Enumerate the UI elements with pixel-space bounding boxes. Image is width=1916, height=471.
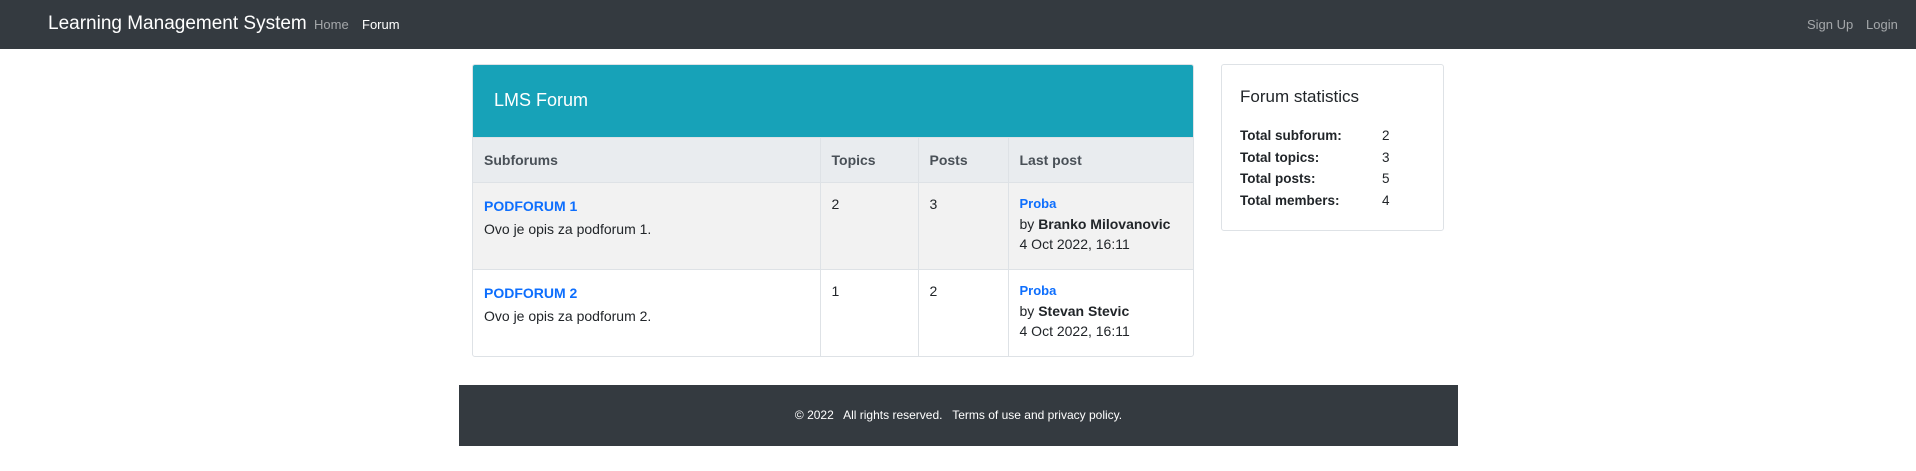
column-header-posts: Posts xyxy=(918,137,1009,183)
table-row: PODFORUM 1 Ovo je opis za podforum 1. 2 … xyxy=(473,182,1193,270)
topics-count: 1 xyxy=(831,283,840,299)
stat-row-members: Total members: 4 xyxy=(1240,193,1430,215)
stat-value: 5 xyxy=(1382,171,1390,186)
last-post-link[interactable]: Proba xyxy=(1020,283,1183,298)
stat-label: Total posts: xyxy=(1240,171,1316,186)
stat-value: 4 xyxy=(1382,192,1390,208)
last-post-cell: Proba by Stevan Stevic 4 Oct 2022, 16:11 xyxy=(1008,269,1193,356)
posts-count: 2 xyxy=(929,283,938,299)
stat-value: 3 xyxy=(1382,149,1390,165)
last-post-link[interactable]: Proba xyxy=(1020,196,1183,211)
forum-card: LMS Forum Subforums Topics Posts Last po… xyxy=(472,64,1194,357)
column-header-subforums: Subforums xyxy=(473,137,821,183)
last-post-byline: by Branko Milovanovic xyxy=(1020,216,1183,232)
posts-count: 3 xyxy=(929,196,938,212)
posts-cell: 3 xyxy=(918,182,1009,270)
nav-home-link[interactable]: Home xyxy=(314,17,349,32)
last-post-byline: by Stevan Stevic xyxy=(1020,303,1183,319)
table-header-row: Subforums Topics Posts Last post xyxy=(473,137,1193,183)
stat-row-posts: Total posts: 5 xyxy=(1240,171,1430,193)
last-post-date: 4 Oct 2022, 16:11 xyxy=(1019,236,1130,252)
table-row: PODFORUM 2 Ovo je opis za podforum 2. 1 … xyxy=(473,269,1193,356)
last-post-cell: Proba by Branko Milovanovic 4 Oct 2022, … xyxy=(1008,182,1193,270)
column-header-last-post: Last post xyxy=(1008,137,1193,183)
top-navbar: Learning Management System Home Forum Si… xyxy=(0,0,1916,49)
topics-cell: 2 xyxy=(820,182,919,270)
forum-statistics-card: Forum statistics Total subforum: 2 Total… xyxy=(1221,64,1444,231)
subforum-cell: PODFORUM 1 Ovo je opis za podforum 1. xyxy=(473,182,821,270)
subforum-link[interactable]: PODFORUM 1 xyxy=(484,198,809,214)
last-post-author: Branko Milovanovic xyxy=(1038,216,1171,232)
stat-row-subforum: Total subforum: 2 xyxy=(1240,128,1430,150)
nav-forum-link[interactable]: Forum xyxy=(362,17,400,32)
topics-count: 2 xyxy=(831,196,840,212)
stats-list: Total subforum: 2 Total topics: 3 Total … xyxy=(1240,128,1430,214)
footer-text: © 2022 All rights reserved. Terms of use… xyxy=(794,408,1123,422)
nav-login-link[interactable]: Login xyxy=(1866,17,1898,32)
posts-cell: 2 xyxy=(918,269,1009,356)
forum-title: LMS Forum xyxy=(494,90,589,110)
by-prefix: by xyxy=(1019,216,1039,232)
page-footer: © 2022 All rights reserved. Terms of use… xyxy=(459,385,1458,446)
stats-title: Forum statistics xyxy=(1240,87,1360,106)
brand-title[interactable]: Learning Management System xyxy=(48,13,307,35)
nav-signup-link[interactable]: Sign Up xyxy=(1807,17,1853,32)
subforum-link[interactable]: PODFORUM 2 xyxy=(484,285,809,301)
stat-label: Total topics: xyxy=(1240,149,1320,165)
forum-header: LMS Forum xyxy=(473,65,1193,137)
topics-cell: 1 xyxy=(820,269,919,356)
stat-label: Total subforum: xyxy=(1240,128,1342,143)
last-post-date: 4 Oct 2022, 16:11 xyxy=(1019,323,1130,339)
subforums-table: Subforums Topics Posts Last post PODFORU… xyxy=(473,137,1193,356)
stat-row-topics: Total topics: 3 xyxy=(1240,150,1430,172)
stat-label: Total members: xyxy=(1240,192,1340,208)
subforum-cell: PODFORUM 2 Ovo je opis za podforum 2. xyxy=(473,269,821,356)
column-header-topics: Topics xyxy=(820,137,919,183)
stat-value: 2 xyxy=(1382,128,1390,143)
last-post-author: Stevan Stevic xyxy=(1038,303,1130,319)
subforum-description: Ovo je opis za podforum 2. xyxy=(484,308,652,324)
by-prefix: by xyxy=(1019,303,1039,319)
subforum-description: Ovo je opis za podforum 1. xyxy=(484,221,652,237)
